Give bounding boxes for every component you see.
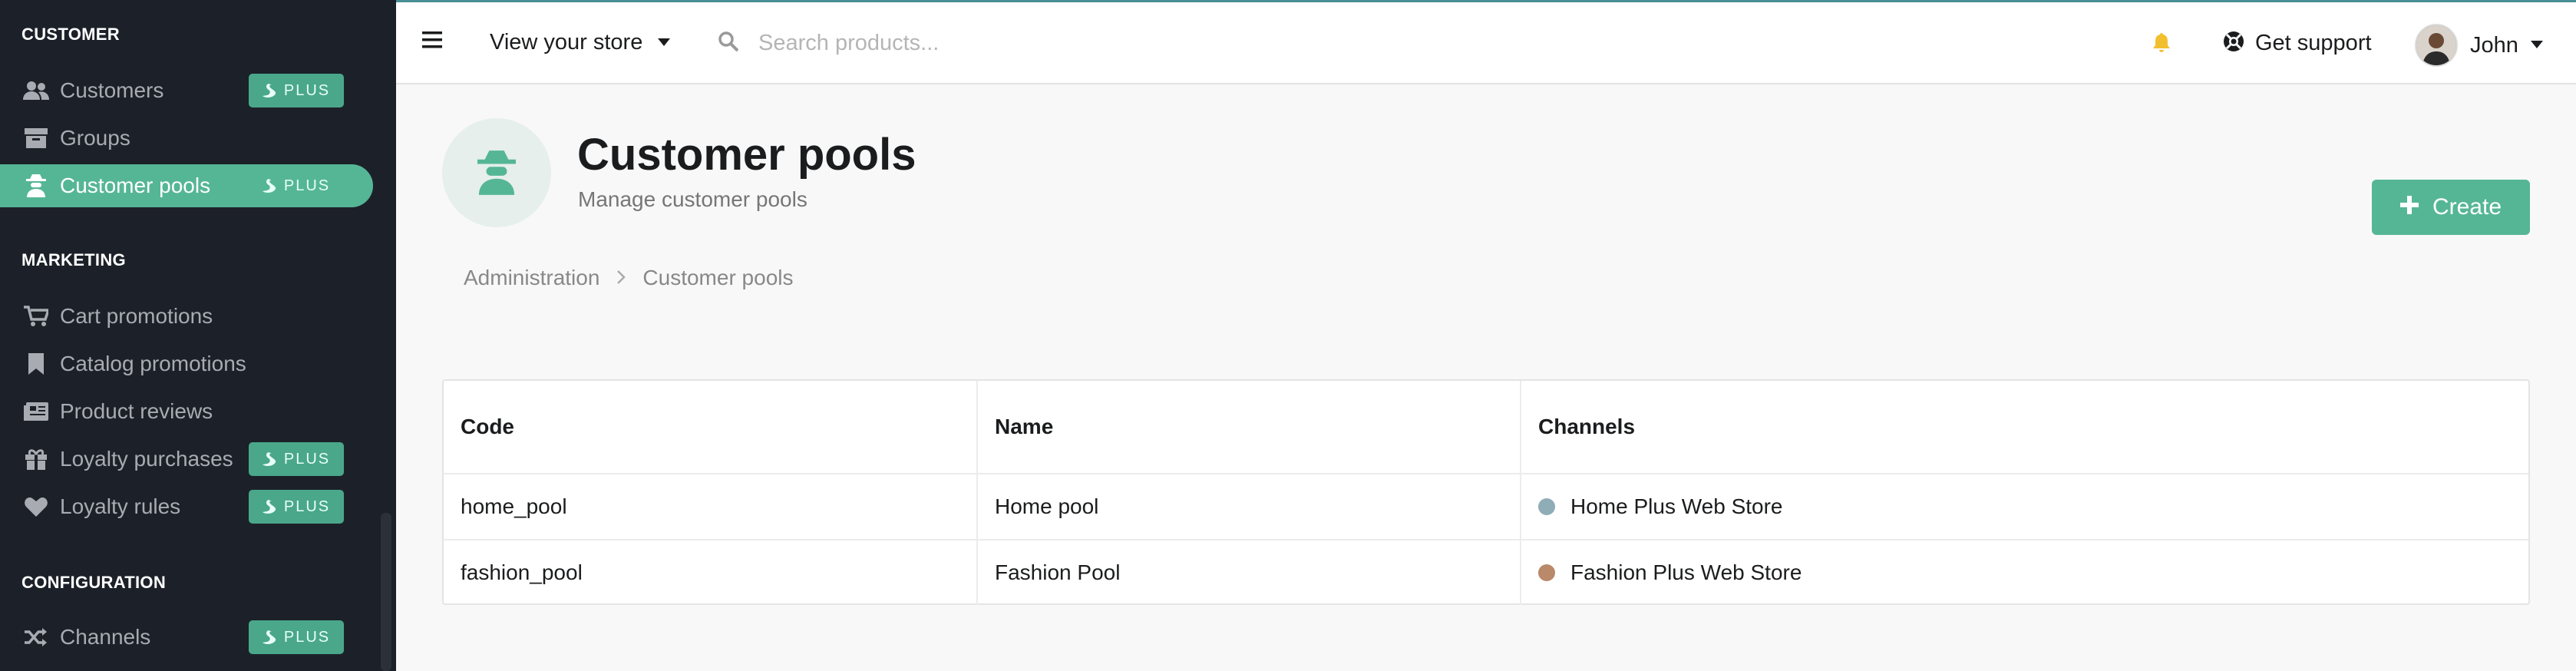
channel-name: Home Plus Web Store bbox=[1570, 494, 1783, 518]
user-menu[interactable]: John bbox=[2415, 24, 2543, 67]
view-store-dropdown[interactable]: View your store bbox=[490, 30, 671, 55]
create-label: Create bbox=[2432, 194, 2502, 220]
user-secret-icon bbox=[477, 150, 516, 195]
sidebar-item-label: Customer pools bbox=[60, 174, 211, 197]
cell-name: Home pool bbox=[978, 474, 1521, 539]
sidebar-item-label: Channels bbox=[60, 625, 151, 649]
page-icon bbox=[442, 118, 551, 227]
search-input[interactable] bbox=[757, 30, 1681, 57]
hamburger-menu-icon[interactable] bbox=[422, 31, 442, 48]
create-button[interactable]: Create bbox=[2372, 180, 2530, 235]
gift-icon bbox=[23, 446, 49, 472]
sidebar-item-groups[interactable]: Groups bbox=[0, 117, 373, 160]
life-ring-icon bbox=[2223, 31, 2244, 56]
sidebar-item-label: Groups bbox=[60, 126, 130, 150]
customer-pools-table: Code Name Channels home_pool Home pool H… bbox=[442, 379, 2530, 605]
bookmark-icon bbox=[23, 351, 49, 377]
page-subtitle: Manage customer pools bbox=[578, 187, 807, 211]
channel-color-dot bbox=[1538, 498, 1555, 515]
plus-icon bbox=[2399, 194, 2419, 220]
sidebar-item-label: Catalog promotions bbox=[60, 352, 246, 375]
swan-icon bbox=[262, 630, 276, 644]
cell-code: home_pool bbox=[444, 474, 978, 539]
sidebar-item-label: Loyalty rules bbox=[60, 494, 181, 518]
sidebar-item-channels[interactable]: Channels PLUS bbox=[0, 616, 373, 659]
page-title: Customer pools bbox=[577, 130, 916, 180]
section-configuration: CONFIGURATION bbox=[21, 573, 167, 592]
plus-badge: PLUS bbox=[249, 169, 344, 203]
archive-icon bbox=[23, 125, 49, 151]
heart-icon bbox=[23, 494, 49, 520]
breadcrumb: Administration Customer pools bbox=[464, 266, 794, 290]
sidebar-item-product-reviews[interactable]: Product reviews bbox=[0, 390, 373, 433]
swan-icon bbox=[262, 179, 276, 193]
column-header-channels: Channels bbox=[1538, 415, 1636, 438]
sidebar-item-cart-promotions[interactable]: Cart promotions bbox=[0, 295, 373, 338]
table-header: Code Name Channels bbox=[444, 381, 2528, 474]
user-name: John bbox=[2470, 32, 2518, 58]
sidebar-item-customer-pools[interactable]: Customer pools PLUS bbox=[0, 164, 373, 207]
channel-name: Fashion Plus Web Store bbox=[1570, 560, 1802, 584]
sidebar-item-label: Cart promotions bbox=[60, 304, 213, 328]
table-row: fashion_pool Fashion Pool Fashion Plus W… bbox=[444, 540, 2528, 605]
get-support-label: Get support bbox=[2255, 31, 2372, 55]
breadcrumb-administration[interactable]: Administration bbox=[464, 266, 599, 290]
cart-icon bbox=[23, 303, 49, 329]
get-support-link[interactable]: Get support bbox=[2223, 31, 2372, 56]
search-bar bbox=[718, 30, 1681, 57]
avatar bbox=[2415, 24, 2458, 67]
plus-badge: PLUS bbox=[249, 74, 344, 107]
topbar: View your store Get support John bbox=[396, 0, 2576, 84]
plus-badge: PLUS bbox=[249, 442, 344, 476]
newspaper-icon bbox=[23, 398, 49, 425]
plus-badge: PLUS bbox=[249, 490, 344, 524]
sidebar-item-catalog-promotions[interactable]: Catalog promotions bbox=[0, 342, 373, 385]
swan-icon bbox=[262, 452, 276, 466]
table-row: home_pool Home pool Home Plus Web Store bbox=[444, 474, 2528, 540]
sidebar-item-loyalty-rules[interactable]: Loyalty rules PLUS bbox=[0, 485, 373, 528]
cell-code: fashion_pool bbox=[444, 540, 978, 605]
breadcrumb-current: Customer pools bbox=[642, 266, 794, 289]
view-store-label: View your store bbox=[490, 30, 643, 55]
sidebar: CUSTOMER Customers PLUS Groups Customer … bbox=[0, 0, 396, 671]
users-icon bbox=[23, 78, 49, 104]
sidebar-item-customers[interactable]: Customers PLUS bbox=[0, 69, 373, 112]
shuffle-icon bbox=[23, 624, 49, 650]
caret-down-icon bbox=[2530, 38, 2543, 52]
bell-icon[interactable] bbox=[2152, 33, 2171, 53]
chevron-right-icon bbox=[616, 266, 626, 290]
cell-channels: Fashion Plus Web Store bbox=[1521, 540, 2528, 605]
swan-icon bbox=[262, 500, 276, 514]
sidebar-item-label: Customers bbox=[60, 78, 164, 102]
sidebar-item-label: Product reviews bbox=[60, 399, 213, 423]
column-header-code: Code bbox=[444, 381, 978, 473]
cell-name: Fashion Pool bbox=[978, 540, 1521, 605]
sidebar-scrollbar[interactable] bbox=[381, 513, 391, 671]
channel-color-dot bbox=[1538, 564, 1555, 581]
user-secret-icon bbox=[23, 173, 49, 199]
plus-badge: PLUS bbox=[249, 620, 344, 654]
section-customer: CUSTOMER bbox=[21, 25, 120, 44]
sidebar-item-label: Loyalty purchases bbox=[60, 447, 233, 471]
search-icon bbox=[718, 31, 739, 55]
section-marketing: MARKETING bbox=[21, 250, 126, 269]
sidebar-item-loyalty-purchases[interactable]: Loyalty purchases PLUS bbox=[0, 438, 373, 481]
column-header-name: Name bbox=[978, 381, 1521, 473]
caret-down-icon bbox=[658, 36, 671, 50]
swan-icon bbox=[262, 84, 276, 98]
cell-channels: Home Plus Web Store bbox=[1521, 474, 2528, 539]
